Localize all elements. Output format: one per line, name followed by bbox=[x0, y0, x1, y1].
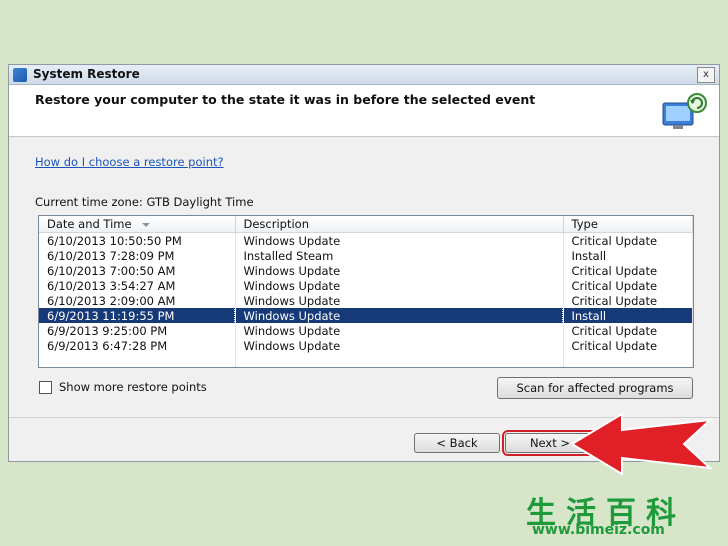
table-row[interactable]: 6/10/2013 10:50:50 PM Windows Update Criti… bbox=[39, 232, 693, 248]
table-row[interactable]: 6/10/2013 7:00:50 AM Windows Update Critic… bbox=[39, 263, 693, 278]
sort-descending-icon bbox=[141, 222, 150, 227]
cell-description: Windows Update bbox=[235, 278, 564, 293]
cell-description: Windows Update bbox=[235, 338, 564, 353]
cell-type: Install bbox=[562, 307, 693, 324]
title-bar: System Restore x bbox=[9, 65, 719, 85]
cell-date: 6/10/2013 2:09:00 AM bbox=[39, 293, 236, 308]
cell-type: Critical Update bbox=[563, 232, 693, 248]
cell-date: 6/9/2013 6:47:28 PM bbox=[39, 338, 236, 353]
table-row[interactable]: 6/10/2013 7:28:09 PM Installed Steam Insta… bbox=[39, 248, 693, 263]
table-row-selected[interactable]: 6/9/2013 11:19:55 PM Windows Update Instal… bbox=[39, 307, 693, 324]
restore-points-table: Date and Time Description Type 6/10/2013… bbox=[38, 215, 694, 368]
cell-type: Critical Update bbox=[563, 278, 693, 293]
header-panel: Restore your computer to the state it wa… bbox=[9, 85, 719, 137]
column-header-type[interactable]: Type bbox=[563, 216, 693, 233]
table-row[interactable]: 6/10/2013 3:54:27 AM Windows Update Critic… bbox=[39, 278, 693, 293]
scan-affected-programs-button[interactable]: Scan for affected programs bbox=[497, 377, 693, 399]
cell-date: 6/9/2013 11:19:55 PM bbox=[39, 307, 236, 324]
table-row[interactable]: 6/9/2013 6:47:28 PM Windows Update Critica… bbox=[39, 338, 693, 353]
show-more-label: Show more restore points bbox=[59, 380, 207, 394]
timezone-label: Current time zone: GTB Daylight Time bbox=[35, 195, 254, 209]
system-restore-window: System Restore x Restore your computer t… bbox=[8, 64, 720, 462]
cell-type: Install bbox=[563, 248, 693, 263]
cell-date: 6/10/2013 7:00:50 AM bbox=[39, 263, 236, 278]
close-button[interactable]: x bbox=[697, 67, 715, 83]
table-row[interactable]: 6/9/2013 9:25:00 PM Windows Update Critica… bbox=[39, 323, 693, 338]
system-restore-app-icon bbox=[13, 68, 27, 82]
cell-date: 6/10/2013 3:54:27 AM bbox=[39, 278, 236, 293]
watermark: 生活百科 www.bimeiz.com bbox=[526, 488, 722, 540]
cell-type: Critical Update bbox=[563, 338, 693, 353]
watermark-url: www.bimeiz.com bbox=[532, 522, 665, 538]
column-header-description[interactable]: Description bbox=[235, 216, 564, 233]
cell-description: Windows Update bbox=[235, 232, 564, 248]
cell-description: Windows Update bbox=[235, 323, 564, 338]
cell-description: Installed Steam bbox=[235, 248, 564, 263]
cell-description: Windows Update bbox=[235, 293, 564, 308]
table-row[interactable]: 6/10/2013 2:09:00 AM Windows Update Critic… bbox=[39, 293, 693, 308]
cell-type: Critical Update bbox=[563, 323, 693, 338]
cell-date: 6/9/2013 9:25:00 PM bbox=[39, 323, 236, 338]
column-header-date[interactable]: Date and Time bbox=[39, 216, 236, 233]
red-pointer-arrow-icon bbox=[572, 412, 712, 476]
page-heading: Restore your computer to the state it wa… bbox=[35, 92, 536, 107]
table-row-empty bbox=[39, 353, 693, 367]
table-header-row: Date and Time Description Type bbox=[39, 216, 693, 233]
watermark-logo-text: 生活百科 bbox=[526, 496, 686, 531]
system-restore-icon bbox=[662, 93, 707, 129]
cell-date: 6/10/2013 7:28:09 PM bbox=[39, 248, 236, 263]
cell-type: Critical Update bbox=[563, 263, 693, 278]
cell-date: 6/10/2013 10:50:50 PM bbox=[39, 232, 236, 248]
cell-description: Windows Update bbox=[235, 263, 564, 278]
back-button[interactable]: < Back bbox=[414, 433, 500, 453]
restore-point-help-link[interactable]: How do I choose a restore point? bbox=[35, 155, 224, 169]
window-title: System Restore bbox=[33, 67, 140, 81]
cell-description: Windows Update bbox=[234, 307, 564, 324]
cell-type: Critical Update bbox=[563, 293, 693, 308]
show-more-checkbox[interactable] bbox=[39, 381, 52, 394]
